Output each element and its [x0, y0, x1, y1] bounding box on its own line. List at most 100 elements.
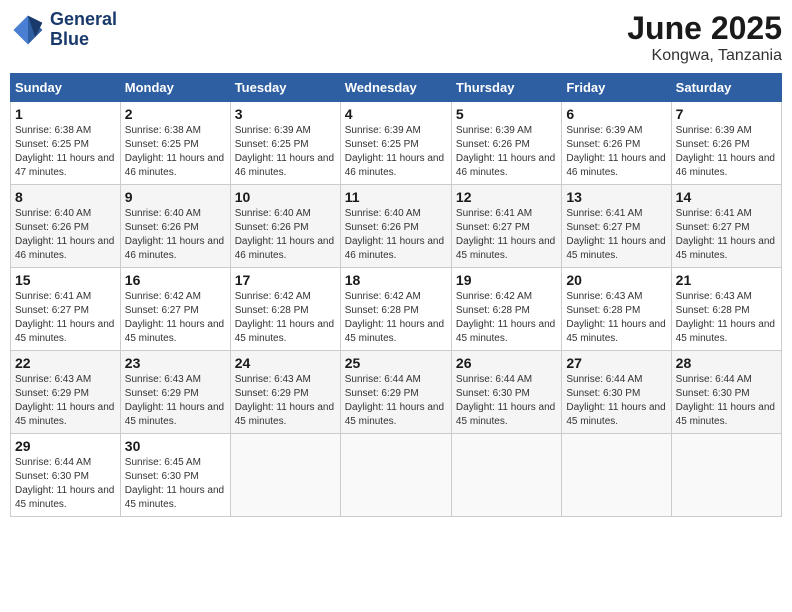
- day-number: 27: [566, 355, 666, 371]
- sunset-label: Sunset: 6:26 PM: [456, 139, 530, 150]
- day-info: Sunrise: 6:44 AM Sunset: 6:29 PM Dayligh…: [345, 373, 447, 429]
- calendar-cell: 4 Sunrise: 6:39 AM Sunset: 6:25 PM Dayli…: [340, 102, 451, 185]
- sunset-label: Sunset: 6:26 PM: [345, 222, 419, 233]
- daylight-label: Daylight: 11 hours and 45 minutes.: [566, 236, 665, 261]
- sunset-label: Sunset: 6:25 PM: [345, 139, 419, 150]
- day-info: Sunrise: 6:44 AM Sunset: 6:30 PM Dayligh…: [566, 373, 666, 429]
- calendar-cell: 13 Sunrise: 6:41 AM Sunset: 6:27 PM Dayl…: [562, 185, 671, 268]
- day-number: 1: [15, 106, 116, 122]
- sunrise-label: Sunrise: 6:44 AM: [676, 374, 752, 385]
- day-number: 13: [566, 189, 666, 205]
- day-number: 5: [456, 106, 557, 122]
- sunrise-label: Sunrise: 6:44 AM: [15, 457, 91, 468]
- sunrise-label: Sunrise: 6:40 AM: [15, 208, 91, 219]
- day-number: 14: [676, 189, 777, 205]
- sunrise-label: Sunrise: 6:41 AM: [566, 208, 642, 219]
- daylight-label: Daylight: 11 hours and 45 minutes.: [456, 236, 555, 261]
- calendar-cell: 16 Sunrise: 6:42 AM Sunset: 6:27 PM Dayl…: [120, 268, 230, 351]
- day-info: Sunrise: 6:41 AM Sunset: 6:27 PM Dayligh…: [456, 207, 557, 263]
- sunset-label: Sunset: 6:28 PM: [345, 305, 419, 316]
- sunrise-label: Sunrise: 6:42 AM: [125, 291, 201, 302]
- day-number: 24: [235, 355, 336, 371]
- sunset-label: Sunset: 6:25 PM: [235, 139, 309, 150]
- day-info: Sunrise: 6:44 AM Sunset: 6:30 PM Dayligh…: [676, 373, 777, 429]
- calendar-cell: 24 Sunrise: 6:43 AM Sunset: 6:29 PM Dayl…: [230, 351, 340, 434]
- daylight-label: Daylight: 11 hours and 45 minutes.: [235, 319, 334, 344]
- daylight-label: Daylight: 11 hours and 46 minutes.: [235, 236, 334, 261]
- sunrise-label: Sunrise: 6:41 AM: [456, 208, 532, 219]
- day-number: 30: [125, 438, 226, 454]
- sunset-label: Sunset: 6:30 PM: [125, 471, 199, 482]
- day-number: 3: [235, 106, 336, 122]
- daylight-label: Daylight: 11 hours and 45 minutes.: [15, 485, 114, 510]
- calendar-cell: 5 Sunrise: 6:39 AM Sunset: 6:26 PM Dayli…: [451, 102, 561, 185]
- month-title: June 2025: [627, 10, 782, 47]
- day-info: Sunrise: 6:40 AM Sunset: 6:26 PM Dayligh…: [345, 207, 447, 263]
- daylight-label: Daylight: 11 hours and 45 minutes.: [456, 319, 555, 344]
- col-tuesday: Tuesday: [230, 74, 340, 102]
- sunrise-label: Sunrise: 6:44 AM: [345, 374, 421, 385]
- title-area: June 2025 Kongwa, Tanzania: [627, 10, 782, 65]
- logo-text: General Blue: [50, 10, 117, 50]
- sunset-label: Sunset: 6:28 PM: [235, 305, 309, 316]
- calendar-cell: 26 Sunrise: 6:44 AM Sunset: 6:30 PM Dayl…: [451, 351, 561, 434]
- calendar-cell: 6 Sunrise: 6:39 AM Sunset: 6:26 PM Dayli…: [562, 102, 671, 185]
- calendar-cell: 22 Sunrise: 6:43 AM Sunset: 6:29 PM Dayl…: [11, 351, 121, 434]
- calendar-week-row: 22 Sunrise: 6:43 AM Sunset: 6:29 PM Dayl…: [11, 351, 782, 434]
- location-title: Kongwa, Tanzania: [627, 47, 782, 65]
- day-info: Sunrise: 6:39 AM Sunset: 6:25 PM Dayligh…: [235, 124, 336, 180]
- sunset-label: Sunset: 6:28 PM: [456, 305, 530, 316]
- day-info: Sunrise: 6:43 AM Sunset: 6:28 PM Dayligh…: [566, 290, 666, 346]
- sunset-label: Sunset: 6:30 PM: [566, 388, 640, 399]
- daylight-label: Daylight: 11 hours and 46 minutes.: [345, 153, 444, 178]
- sunrise-label: Sunrise: 6:45 AM: [125, 457, 201, 468]
- col-thursday: Thursday: [451, 74, 561, 102]
- calendar-cell: [562, 434, 671, 517]
- daylight-label: Daylight: 11 hours and 45 minutes.: [125, 319, 224, 344]
- day-info: Sunrise: 6:39 AM Sunset: 6:26 PM Dayligh…: [676, 124, 777, 180]
- sunset-label: Sunset: 6:29 PM: [235, 388, 309, 399]
- calendar-cell: [671, 434, 781, 517]
- day-info: Sunrise: 6:38 AM Sunset: 6:25 PM Dayligh…: [15, 124, 116, 180]
- sunrise-label: Sunrise: 6:39 AM: [456, 125, 532, 136]
- sunrise-label: Sunrise: 6:40 AM: [235, 208, 311, 219]
- calendar-week-row: 8 Sunrise: 6:40 AM Sunset: 6:26 PM Dayli…: [11, 185, 782, 268]
- calendar-cell: 11 Sunrise: 6:40 AM Sunset: 6:26 PM Dayl…: [340, 185, 451, 268]
- daylight-label: Daylight: 11 hours and 45 minutes.: [125, 402, 224, 427]
- sunrise-label: Sunrise: 6:42 AM: [345, 291, 421, 302]
- logo-icon: [10, 12, 46, 48]
- calendar-cell: 18 Sunrise: 6:42 AM Sunset: 6:28 PM Dayl…: [340, 268, 451, 351]
- day-number: 6: [566, 106, 666, 122]
- sunset-label: Sunset: 6:26 PM: [235, 222, 309, 233]
- day-info: Sunrise: 6:40 AM Sunset: 6:26 PM Dayligh…: [15, 207, 116, 263]
- daylight-label: Daylight: 11 hours and 45 minutes.: [676, 402, 775, 427]
- day-number: 25: [345, 355, 447, 371]
- sunrise-label: Sunrise: 6:39 AM: [676, 125, 752, 136]
- day-info: Sunrise: 6:43 AM Sunset: 6:29 PM Dayligh…: [235, 373, 336, 429]
- daylight-label: Daylight: 11 hours and 46 minutes.: [456, 153, 555, 178]
- sunrise-label: Sunrise: 6:38 AM: [15, 125, 91, 136]
- day-number: 19: [456, 272, 557, 288]
- day-info: Sunrise: 6:43 AM Sunset: 6:29 PM Dayligh…: [125, 373, 226, 429]
- col-monday: Monday: [120, 74, 230, 102]
- calendar-cell: 7 Sunrise: 6:39 AM Sunset: 6:26 PM Dayli…: [671, 102, 781, 185]
- daylight-label: Daylight: 11 hours and 45 minutes.: [345, 402, 444, 427]
- calendar-cell: [230, 434, 340, 517]
- calendar-cell: 19 Sunrise: 6:42 AM Sunset: 6:28 PM Dayl…: [451, 268, 561, 351]
- sunrise-label: Sunrise: 6:41 AM: [15, 291, 91, 302]
- day-number: 2: [125, 106, 226, 122]
- day-info: Sunrise: 6:39 AM Sunset: 6:25 PM Dayligh…: [345, 124, 447, 180]
- col-wednesday: Wednesday: [340, 74, 451, 102]
- daylight-label: Daylight: 11 hours and 45 minutes.: [15, 402, 114, 427]
- day-number: 11: [345, 189, 447, 205]
- sunrise-label: Sunrise: 6:42 AM: [235, 291, 311, 302]
- day-number: 21: [676, 272, 777, 288]
- daylight-label: Daylight: 11 hours and 46 minutes.: [676, 153, 775, 178]
- sunrise-label: Sunrise: 6:40 AM: [125, 208, 201, 219]
- day-number: 22: [15, 355, 116, 371]
- sunrise-label: Sunrise: 6:43 AM: [15, 374, 91, 385]
- sunset-label: Sunset: 6:29 PM: [15, 388, 89, 399]
- col-friday: Friday: [562, 74, 671, 102]
- daylight-label: Daylight: 11 hours and 46 minutes.: [345, 236, 444, 261]
- day-number: 29: [15, 438, 116, 454]
